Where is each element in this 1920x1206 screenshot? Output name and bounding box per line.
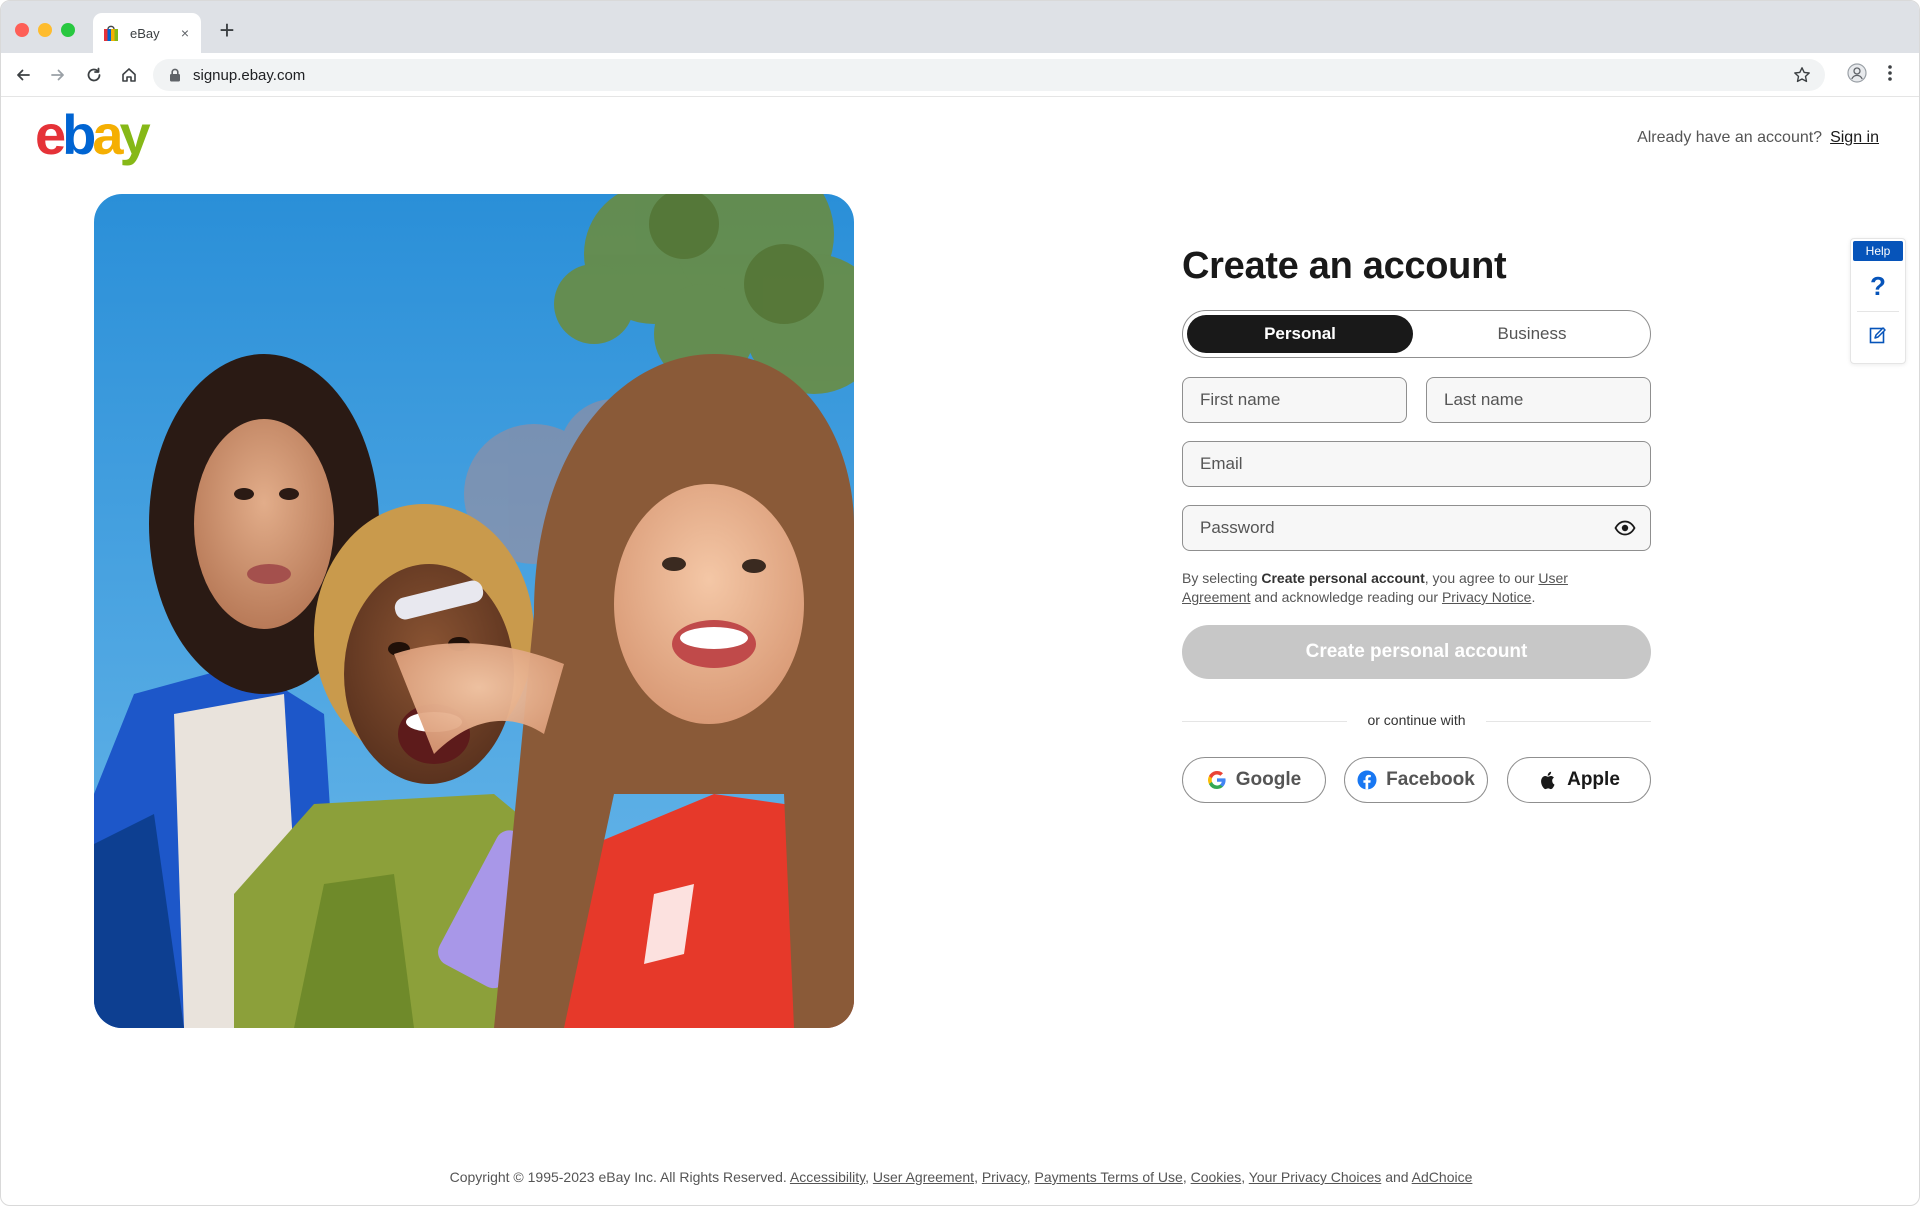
tab-strip: eBay × + [1,1,1919,53]
close-window-button[interactable] [15,23,29,37]
eye-icon[interactable] [1614,519,1636,537]
hero-photo [94,194,854,1028]
browser-tab[interactable]: eBay × [93,13,201,53]
email-field[interactable]: Email [1182,441,1651,487]
tab-personal[interactable]: Personal [1187,315,1413,353]
legal-and: and acknowledge reading our [1254,589,1439,605]
reload-button[interactable] [82,63,106,87]
sign-in-link[interactable]: Sign in [1830,129,1879,146]
footer-link-user-agreement[interactable]: User Agreement [873,1169,974,1185]
signup-form: Create an account Personal Business Firs… [1182,245,1651,803]
google-button[interactable]: Google [1182,757,1326,803]
legal-notice: By selecting Create personal account, yo… [1182,569,1602,607]
feedback-icon[interactable] [1868,325,1888,345]
google-label: Google [1235,769,1302,790]
ebay-logo[interactable]: ebay [35,105,151,165]
minimize-window-button[interactable] [38,23,52,37]
facebook-label: Facebook [1386,769,1475,790]
logo-letter-b: b [62,103,96,166]
maximize-window-button[interactable] [61,23,75,37]
arrow-left-icon [17,69,30,81]
page-title: Create an account [1182,245,1507,287]
new-tab-button[interactable]: + [215,17,239,43]
hero-photo-illustration [94,194,854,1028]
create-account-button[interactable]: Create personal account [1182,625,1651,679]
more-menu-icon[interactable] [1887,63,1893,83]
account-type-toggle: Personal Business [1182,310,1651,358]
legal-prefix: By selecting [1182,570,1258,586]
home-icon [122,68,136,82]
help-widget: Help ? [1850,238,1906,364]
footer-link-privacy-choices[interactable]: Your Privacy Choices [1249,1169,1382,1185]
tab-business[interactable]: Business [1417,315,1647,353]
help-divider [1857,311,1899,312]
browser-toolbar: signup.ebay.com [1,53,1919,97]
footer-link-adchoice[interactable]: AdChoice [1412,1169,1473,1185]
already-have-account-text: Already have an account? [1637,129,1823,146]
url-text: signup.ebay.com [193,66,306,84]
help-badge[interactable]: Help [1853,241,1903,261]
divider-label: or continue with [1367,712,1466,728]
help-question-icon[interactable]: ? [1851,271,1905,302]
sign-in-prompt: Already have an account? Sign in [1637,129,1879,147]
facebook-icon [1357,770,1377,790]
footer-and: and [1385,1169,1409,1185]
tab-close-icon[interactable]: × [181,24,189,42]
forward-button[interactable] [46,63,70,87]
ebay-bag-icon [104,25,118,41]
legal-suffix: . [1531,589,1536,605]
legal-bold: Create personal account [1261,570,1425,586]
footer-link-accessibility[interactable]: Accessibility [790,1169,865,1185]
first-name-field[interactable]: First name [1182,377,1407,423]
bookmark-star-icon[interactable] [1793,66,1811,84]
browser-window: eBay × + signup.ebay.com ebay Already ha… [0,0,1920,1206]
password-field[interactable]: Password [1182,505,1651,551]
footer-link-payments-terms[interactable]: Payments Terms of Use [1034,1169,1182,1185]
home-button[interactable] [117,63,141,87]
continue-divider: or continue with [1182,711,1651,731]
footer: Copyright © 1995-2023 eBay Inc. All Righ… [449,1169,1473,1185]
back-button[interactable] [11,63,35,87]
last-name-field[interactable]: Last name [1426,377,1651,423]
apple-button[interactable]: Apple [1507,757,1651,803]
footer-link-privacy[interactable]: Privacy [982,1169,1027,1185]
profile-icon[interactable] [1847,63,1867,83]
reload-icon [87,67,101,82]
logo-letter-e: e [35,103,66,166]
tab-title: eBay [130,25,160,41]
google-icon [1207,770,1226,789]
privacy-notice-link[interactable]: Privacy Notice [1442,589,1531,605]
legal-middle: , you agree to our [1424,570,1535,586]
logo-letter-y: y [119,103,151,166]
lock-icon [170,68,180,82]
password-placeholder: Password [1200,518,1275,537]
apple-label: Apple [1567,769,1620,790]
address-bar[interactable]: signup.ebay.com [153,59,1825,91]
apple-icon [1541,771,1555,790]
footer-link-cookies[interactable]: Cookies [1191,1169,1242,1185]
logo-letter-a: a [92,103,123,166]
facebook-button[interactable]: Facebook [1344,757,1488,803]
copyright-text: Copyright © 1995-2023 eBay Inc. All Righ… [449,1169,787,1185]
arrow-right-icon [51,69,64,81]
